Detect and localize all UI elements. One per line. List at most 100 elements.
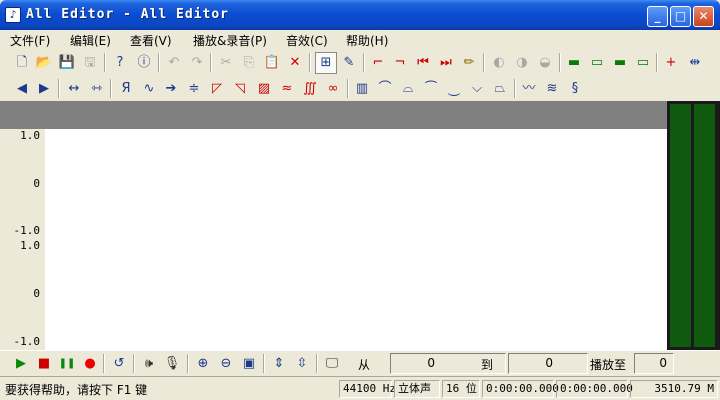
split-track-icon[interactable]: ▭	[632, 52, 654, 74]
waveform-timeline-bar[interactable]	[0, 101, 667, 129]
high-pass-icon[interactable]: ⌓	[397, 78, 419, 100]
normalize-icon[interactable]: ≑	[183, 78, 205, 100]
mark-right-icon[interactable]: ◒	[534, 52, 556, 74]
pause-icon[interactable]: ❚❚	[56, 353, 78, 375]
mark-left-icon[interactable]: ◐	[488, 52, 510, 74]
toolbar-separator	[559, 53, 561, 72]
menu-edit[interactable]: 编辑(E)	[70, 32, 111, 49]
level-meter	[667, 101, 720, 350]
reverse-icon[interactable]: Я	[115, 78, 137, 100]
invert-icon[interactable]: ∿	[138, 78, 160, 100]
filter-icon[interactable]: ⏢	[489, 78, 511, 100]
low-pass-icon[interactable]: ⌒	[374, 78, 396, 100]
echo-icon[interactable]: ∭	[299, 78, 321, 100]
wave-expand-icon[interactable]: ▶	[33, 78, 55, 100]
waveform-canvas[interactable]	[45, 129, 667, 350]
amplify-icon[interactable]: ➔	[160, 78, 182, 100]
maximize-button[interactable]: □	[670, 6, 691, 27]
status-bit-depth: 16 位	[442, 380, 480, 398]
redo-icon[interactable]: ↷	[186, 52, 208, 74]
play-to-value-field[interactable]: 0	[634, 353, 674, 374]
zoom-fit-icon[interactable]: ▣	[238, 353, 260, 375]
menu-view[interactable]: 查看(V)	[130, 32, 172, 49]
record-icon[interactable]: ●	[79, 353, 101, 375]
jump-end-icon[interactable]: ⏭	[435, 52, 457, 74]
fade-in-icon[interactable]: ◸	[206, 78, 228, 100]
draw-mode-icon[interactable]: ✎	[338, 52, 360, 74]
stop-icon[interactable]: ■	[33, 353, 55, 375]
menu-file[interactable]: 文件(F)	[10, 32, 50, 49]
wave-shrink-icon[interactable]: ◀	[11, 78, 33, 100]
flanger-icon[interactable]: ≋	[541, 78, 563, 100]
band-pass-icon[interactable]: ⏜	[420, 78, 442, 100]
toolbar-separator	[347, 79, 349, 98]
waveform-area: 1.0 0 -1.0 1.0 0 -1.0	[0, 101, 720, 350]
open-folder-icon[interactable]: 📂	[33, 52, 55, 74]
new-file-icon[interactable]: 🗋	[11, 52, 33, 74]
to-value-field[interactable]: 0	[508, 353, 588, 374]
equalizer-icon[interactable]: ▥	[351, 78, 373, 100]
paste-icon[interactable]: 📋	[261, 52, 283, 74]
zoom-out-icon[interactable]: ⊖	[215, 353, 237, 375]
copy-icon[interactable]: ⎘	[238, 52, 260, 74]
window-title: All Editor - All Editor	[26, 7, 230, 22]
transport-separator	[316, 354, 318, 373]
trim-icon[interactable]: ¬	[389, 52, 411, 74]
stretch-icon[interactable]: ↔	[63, 78, 85, 100]
insert-track-icon[interactable]: ▬	[563, 52, 585, 74]
silence-icon[interactable]: ▨	[253, 78, 275, 100]
save-all-icon[interactable]: 🖫	[79, 52, 101, 74]
loop-icon[interactable]: ↺	[108, 353, 130, 375]
channel1-amplitude-min: -1.0	[13, 224, 41, 237]
toolbar-separator	[514, 79, 516, 98]
notch-icon[interactable]: ⌵	[466, 78, 488, 100]
toolbar-separator	[363, 53, 365, 72]
zoom-vertical-out-icon[interactable]: ⇳	[291, 353, 313, 375]
close-button[interactable]: ✕	[693, 6, 714, 27]
transport-separator	[133, 354, 135, 373]
info-icon[interactable]: ⓘ	[133, 52, 155, 74]
split-marker-icon[interactable]: +	[660, 52, 682, 74]
vibrato-icon[interactable]: 〰	[518, 78, 540, 100]
status-sample-rate: 44100 Hz	[339, 380, 396, 398]
app-icon[interactable]: ♪	[5, 7, 21, 23]
insert-track-down-icon[interactable]: ▭	[586, 52, 608, 74]
menu-effects[interactable]: 音效(C)	[286, 32, 328, 49]
mark-both-icon[interactable]: ◑	[511, 52, 533, 74]
microphone-icon[interactable]: 🎙	[161, 353, 183, 375]
noise-icon[interactable]: ≈	[276, 78, 298, 100]
cut-icon[interactable]: ✂	[215, 52, 237, 74]
crop-icon[interactable]: ⌐	[367, 52, 389, 74]
chorus-icon[interactable]: ∞	[322, 78, 344, 100]
transport-separator	[263, 354, 265, 373]
band-stop-icon[interactable]: ⏝	[443, 78, 465, 100]
status-channels: 立体声	[394, 380, 440, 398]
delete-icon[interactable]: ✕	[284, 52, 306, 74]
channel2-amplitude-max: 1.0	[20, 239, 40, 252]
zoom-vertical-in-icon[interactable]: ⇕	[268, 353, 290, 375]
undo-icon[interactable]: ↶	[163, 52, 185, 74]
toolbar-separator	[656, 53, 658, 72]
channel2-amplitude-zero: 0	[33, 287, 40, 300]
transport-bar: ▶ ■ ❚❚ ● ↺ 🕪 🎙 ⊕ ⊖ ▣ ⇕ ⇳ 🖵 从 0 到 0 播放至 0	[0, 350, 720, 375]
save-icon[interactable]: 💾	[56, 52, 78, 74]
help-icon[interactable]: ?	[109, 52, 131, 74]
channel1-amplitude-zero: 0	[33, 177, 40, 190]
jump-start-icon[interactable]: ⏮	[412, 52, 434, 74]
effects-toolbar: ◀ ▶ ↔ ⇿ Я ∿ ➔ ≑ ◸ ◹ ▨ ≈ ∭ ∞ ▥ ⌒ ⌓ ⏜ ⏝ ⌵ …	[0, 76, 720, 101]
spiral-icon[interactable]: §	[564, 78, 586, 100]
title-bar[interactable]: ♪ All Editor - All Editor _ □ ✕	[0, 0, 720, 30]
pencil-icon[interactable]: ✏	[458, 52, 480, 74]
fade-out-icon[interactable]: ◹	[229, 78, 251, 100]
merge-track-icon[interactable]: ▬	[609, 52, 631, 74]
menu-help[interactable]: 帮助(H)	[346, 32, 388, 49]
minimize-button[interactable]: _	[647, 6, 668, 27]
select-mode-icon[interactable]: ⊞	[315, 52, 337, 74]
monitor-icon[interactable]: 🖵	[321, 353, 343, 375]
volume-icon[interactable]: 🕪	[138, 353, 160, 375]
compress-icon[interactable]: ⇿	[86, 78, 108, 100]
play-icon[interactable]: ▶	[10, 353, 32, 375]
join-marker-icon[interactable]: ⇹	[684, 52, 706, 74]
menu-play-record[interactable]: 播放&录音(P)	[193, 32, 267, 49]
zoom-in-icon[interactable]: ⊕	[192, 353, 214, 375]
